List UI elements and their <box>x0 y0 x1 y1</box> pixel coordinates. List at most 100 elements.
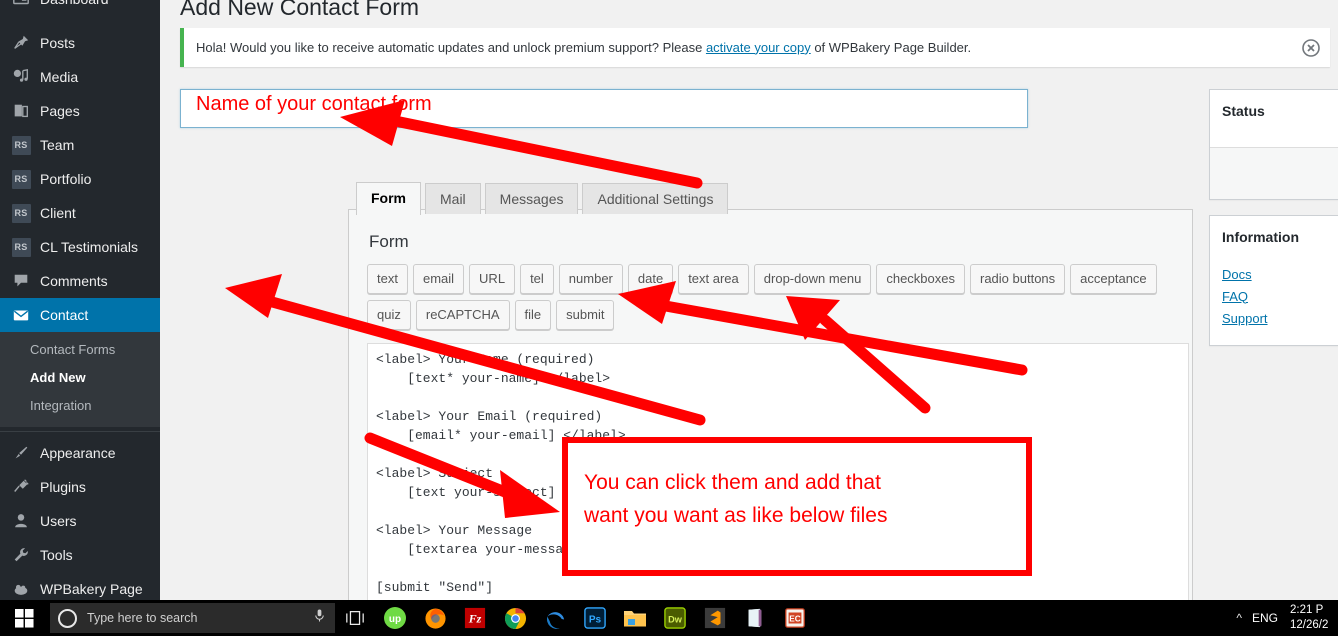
docs-link[interactable]: Docs <box>1222 267 1338 282</box>
support-link[interactable]: Support <box>1222 311 1338 326</box>
sidebar-item-label: Media <box>40 69 79 85</box>
annotation-line-1: You can click them and add that <box>584 471 881 494</box>
tag-button-text[interactable]: text <box>367 264 408 294</box>
tab-messages[interactable]: Messages <box>484 183 579 214</box>
tag-button-number[interactable]: number <box>558 264 623 294</box>
sidebar-item-label: Portfolio <box>40 171 92 187</box>
sidebar-item-users[interactable]: Users <box>0 504 160 538</box>
tag-button-tel[interactable]: tel <box>520 264 554 294</box>
admin-sidebar: Dashboard Posts Media Pages RS Team <box>0 0 160 608</box>
rs-badge-icon: RS <box>11 237 31 257</box>
close-icon[interactable] <box>1302 38 1320 57</box>
chrome-icon[interactable] <box>495 600 535 636</box>
powerpoint-icon[interactable]: EC <box>775 600 815 636</box>
sidebar-item-label: Contact <box>40 307 89 323</box>
sidebar-item-label: Tools <box>40 546 73 563</box>
wrench-icon <box>11 545 31 565</box>
file-explorer-icon[interactable] <box>615 600 655 636</box>
comment-icon <box>11 271 31 291</box>
tag-button-submit[interactable]: submit <box>556 300 615 330</box>
chevron-up-icon[interactable]: ^ <box>1226 611 1252 625</box>
search-placeholder-text: Type here to search <box>87 611 198 625</box>
tag-button-quiz[interactable]: quiz <box>367 300 411 330</box>
screen-root: Dashboard Posts Media Pages RS Team <box>0 0 1338 636</box>
sidebar-item-label: Comments <box>40 273 108 289</box>
start-icon[interactable] <box>0 600 48 636</box>
sidebar-item-label: Team <box>40 137 75 153</box>
clock-date: 12/26/2 <box>1290 619 1329 631</box>
tag-button-email[interactable]: email <box>412 264 465 294</box>
filezilla-icon[interactable]: Fz <box>455 600 495 636</box>
activate-copy-link[interactable]: activate your copy <box>706 40 811 55</box>
clock[interactable]: 2:21 P 12/26/2 <box>1290 603 1336 633</box>
status-panel-footer: Save <box>1210 146 1338 200</box>
title-field-wrap <box>180 89 1028 128</box>
user-icon <box>11 511 31 531</box>
language-indicator[interactable]: ENG <box>1252 611 1290 625</box>
submenu-item-integration[interactable]: Integration <box>0 392 160 420</box>
sidebar-item-dashboard[interactable]: Dashboard <box>0 0 160 16</box>
tag-button-drop-down-menu[interactable]: drop-down menu <box>753 264 872 294</box>
tag-generator-buttons: text email URL tel number date text area drop-d… <box>349 252 1169 336</box>
information-links: Docs FAQ Support <box>1210 259 1338 345</box>
svg-text:Ps: Ps <box>589 615 602 626</box>
tab-form[interactable]: Form <box>356 182 421 215</box>
tag-button-date[interactable]: date <box>627 264 674 294</box>
notice-text-before: Hola! Would you like to receive automati… <box>196 39 706 55</box>
firefox-icon[interactable] <box>415 600 455 636</box>
task-view-icon[interactable] <box>335 600 375 636</box>
search-input[interactable]: Type here to search <box>50 603 335 633</box>
annotation-line-2: want you want as like below files <box>584 504 888 527</box>
submenu-item-contact-forms[interactable]: Contact Forms <box>0 336 160 364</box>
sidebar-item-portfolio[interactable]: RS Portfolio <box>0 162 160 196</box>
tab-additional-settings[interactable]: Additional Settings <box>582 183 729 214</box>
tag-button-text-area[interactable]: text area <box>678 264 749 294</box>
sidebar-item-posts[interactable]: Posts <box>0 26 160 60</box>
sidebar-item-media[interactable]: Media <box>0 60 160 94</box>
tag-button-url[interactable]: URL <box>469 264 516 294</box>
sidebar-item-cl-testimonials[interactable]: RS CL Testimonials <box>0 230 160 264</box>
sidebar-item-label: Client <box>40 205 76 221</box>
sidebar-item-label: Users <box>40 512 77 529</box>
rs-badge-icon: RS <box>11 135 31 155</box>
sidebar-item-contact[interactable]: Contact <box>0 298 160 332</box>
tag-button-radio-buttons[interactable]: radio buttons <box>970 264 1066 294</box>
edge-icon[interactable] <box>535 600 575 636</box>
tag-button-recaptcha[interactable]: reCAPTCHA <box>415 300 510 330</box>
sidebar-item-comments[interactable]: Comments <box>0 264 160 298</box>
tag-button-file[interactable]: file <box>514 300 552 330</box>
microphone-icon[interactable] <box>312 608 327 628</box>
media-icon <box>11 67 31 87</box>
dashboard-icon <box>11 0 31 9</box>
tag-button-checkboxes[interactable]: checkboxes <box>876 264 965 294</box>
sidebar-item-appearance[interactable]: Appearance <box>0 436 160 470</box>
faq-link[interactable]: FAQ <box>1222 289 1338 304</box>
sidebar-item-team[interactable]: RS Team <box>0 128 160 162</box>
tag-button-acceptance[interactable]: acceptance <box>1070 264 1157 294</box>
windows-taskbar: Type here to search up Fz Ps Dw EC ^ ENG… <box>0 600 1338 636</box>
rs-badge-text: RS <box>11 169 31 189</box>
onenote-icon[interactable] <box>735 600 775 636</box>
notice-text-after: of WPBakery Page Builder. <box>810 39 972 55</box>
upwork-icon[interactable]: up <box>375 600 415 636</box>
submenu-item-add-new[interactable]: Add New <box>0 364 160 392</box>
page-title: Add New Contact Form <box>180 0 420 20</box>
contact-form-tabs: Form Mail Messages Additional Settings <box>356 181 732 215</box>
rs-badge-text: RS <box>11 203 31 223</box>
form-title-input[interactable] <box>180 89 1028 128</box>
sidebar-item-client[interactable]: RS Client <box>0 196 160 230</box>
paintbrush-icon <box>11 443 31 463</box>
information-panel-title: Information <box>1222 229 1299 245</box>
sublime-text-icon[interactable] <box>695 600 735 636</box>
sidebar-item-pages[interactable]: Pages <box>0 94 160 128</box>
svg-text:up: up <box>389 614 401 625</box>
sidebar-item-tools[interactable]: Tools <box>0 538 160 572</box>
annotation-note-box: You can click them and add that want you… <box>562 437 1032 576</box>
sidebar-item-label: CL Testimonials <box>40 239 139 255</box>
dreamweaver-icon[interactable]: Dw <box>655 600 695 636</box>
menu-divider <box>0 430 160 432</box>
tab-mail[interactable]: Mail <box>425 183 481 214</box>
photoshop-icon[interactable]: Ps <box>575 600 615 636</box>
sidebar-item-plugins[interactable]: Plugins <box>0 470 160 504</box>
notice-text: Hola! Would you like to receive automati… <box>184 38 971 58</box>
